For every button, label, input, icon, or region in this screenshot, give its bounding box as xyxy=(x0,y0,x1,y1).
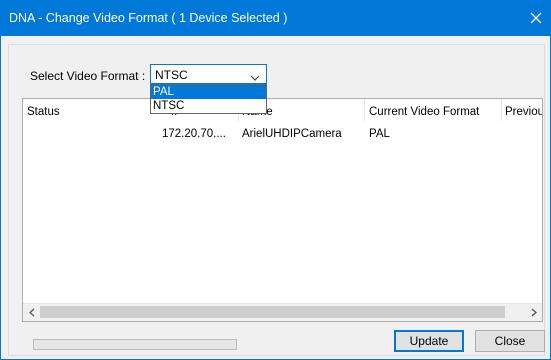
column-separator xyxy=(364,99,365,121)
video-format-label: Select Video Format : xyxy=(30,69,146,83)
close-icon xyxy=(530,12,542,24)
column-header-current-format[interactable]: Current Video Format xyxy=(369,106,479,118)
cell-current-format: PAL xyxy=(369,128,390,140)
window-border-left xyxy=(0,36,1,360)
window-title: DNA - Change Video Format ( 1 Device Sel… xyxy=(9,11,288,25)
progress-bar xyxy=(33,339,237,350)
option-pal[interactable]: PAL xyxy=(151,85,266,99)
column-header-status[interactable]: Status xyxy=(27,106,60,118)
video-format-dropdown-list[interactable]: PAL NTSC xyxy=(150,84,267,114)
close-window-button[interactable] xyxy=(521,0,551,36)
column-separator xyxy=(501,99,502,121)
scroll-right-button[interactable] xyxy=(525,304,542,321)
cell-ip: 172.20.70.... xyxy=(162,128,226,140)
option-ntsc[interactable]: NTSC xyxy=(151,99,266,113)
video-format-select[interactable]: NTSC xyxy=(150,64,267,84)
horizontal-scrollbar[interactable] xyxy=(23,303,542,321)
scrollbar-thumb[interactable] xyxy=(40,306,505,318)
scroll-left-button[interactable] xyxy=(23,304,40,321)
video-format-value: NTSC xyxy=(155,68,188,82)
close-button[interactable]: Close xyxy=(475,330,545,352)
update-button[interactable]: Update xyxy=(394,330,464,352)
column-header-previous[interactable]: Previous xyxy=(505,106,542,118)
chevron-down-icon xyxy=(250,70,260,84)
device-list[interactable]: Status IP Name Current Video Format Prev… xyxy=(22,98,543,322)
cell-name: ArielUHDIPCamera xyxy=(242,128,342,140)
chevron-right-icon xyxy=(531,308,537,317)
chevron-left-icon xyxy=(28,308,34,317)
title-bar: DNA - Change Video Format ( 1 Device Sel… xyxy=(0,0,551,36)
list-header: Status IP Name Current Video Format Prev… xyxy=(23,99,542,121)
